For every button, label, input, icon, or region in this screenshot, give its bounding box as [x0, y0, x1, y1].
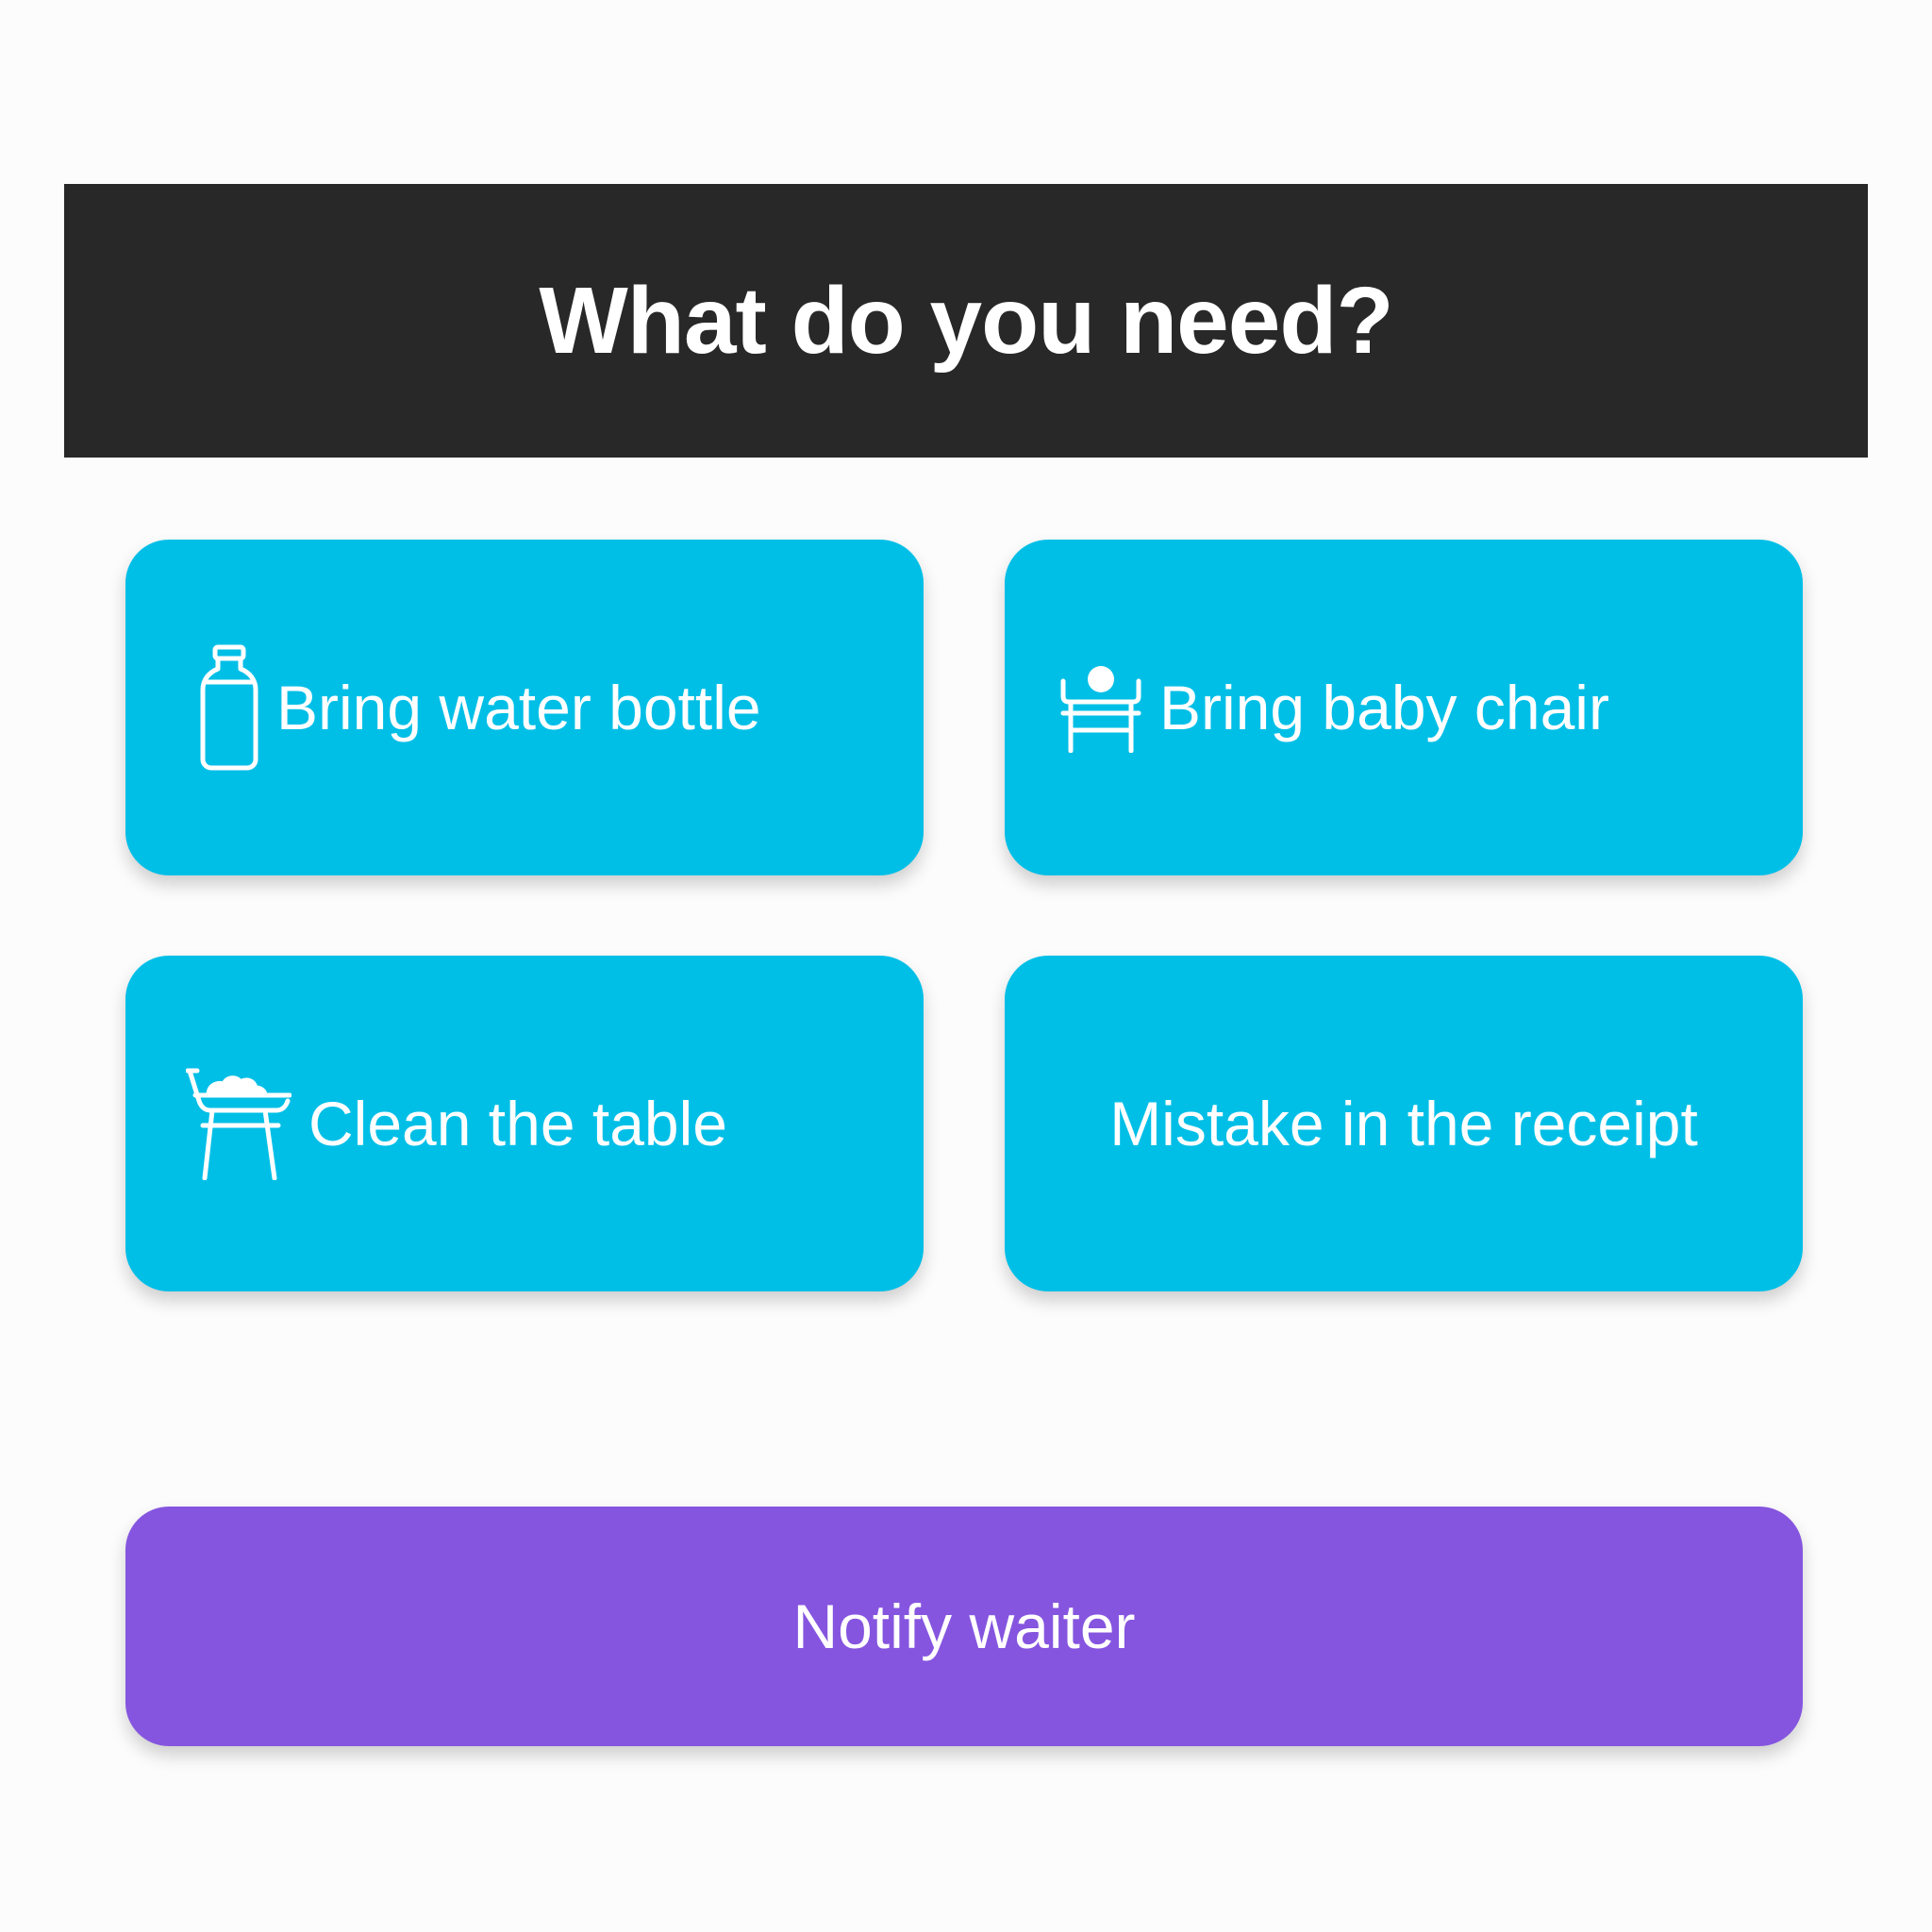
table-icon — [186, 1067, 291, 1180]
baby-chair-icon — [1059, 662, 1142, 753]
option-label: Bring baby chair — [1159, 673, 1609, 742]
bring-water-bottle-button[interactable]: Bring water bottle — [125, 540, 924, 875]
page-title: What do you need? — [539, 267, 1393, 374]
bottle-icon — [199, 644, 259, 771]
notify-waiter-label: Notify waiter — [792, 1591, 1136, 1661]
bring-baby-chair-button[interactable]: Bring baby chair — [1005, 540, 1803, 875]
notify-waiter-button[interactable]: Notify waiter — [125, 1507, 1803, 1746]
header-bar: What do you need? — [64, 184, 1868, 458]
option-label: Mistake in the receipt — [1109, 1089, 1698, 1158]
option-label: Bring water bottle — [276, 673, 761, 742]
option-label: Clean the table — [308, 1089, 727, 1158]
page: What do you need? Bring water bottle Bri… — [0, 0, 1932, 1932]
clean-the-table-button[interactable]: Clean the table — [125, 956, 924, 1291]
mistake-in-receipt-button[interactable]: Mistake in the receipt — [1005, 956, 1803, 1291]
